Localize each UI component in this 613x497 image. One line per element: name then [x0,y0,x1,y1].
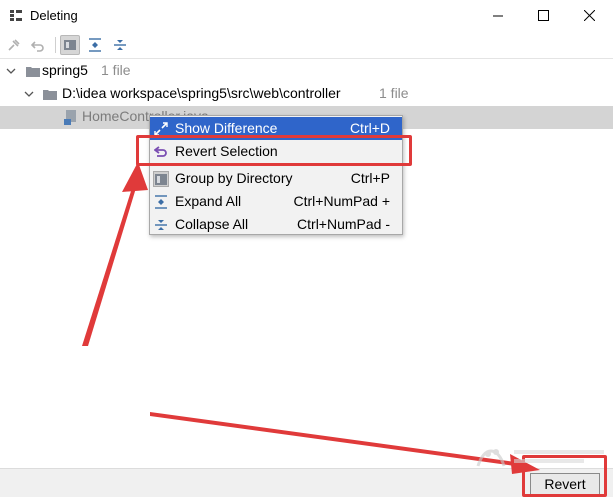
minimize-button[interactable] [475,0,521,31]
maximize-button[interactable] [520,0,566,31]
java-class-icon [64,110,76,125]
collapse-all-icon [153,217,169,233]
revert-button[interactable]: Revert [530,473,600,495]
menu-item-label: Collapse All [175,216,249,232]
menu-item-shortcut: Ctrl+D [349,120,390,136]
context-menu: Show Difference Ctrl+D Revert Selection … [149,115,403,235]
tree-node-count: 1 file [379,85,409,101]
pin-icon [8,39,20,51]
undo-icon [31,41,44,52]
folder-icon [26,67,40,77]
menu-item-shortcut: Ctrl+P [350,170,390,186]
toolbar [0,31,613,58]
menu-item-label: Group by Directory [175,170,293,186]
menu-item-show-difference[interactable]: Show Difference Ctrl+D [150,117,402,140]
maximize-icon [537,10,549,21]
folder-icon [43,90,57,100]
close-icon [583,10,595,21]
menu-item-shortcut: Ctrl+NumPad - [297,216,390,232]
menu-item-label: Expand All [175,193,242,209]
group-by-directory-icon [64,40,76,50]
chevron-down-icon[interactable] [6,66,16,76]
diff-arrows-icon [153,121,169,137]
expand-all-button[interactable] [85,35,105,55]
expand-all-icon [89,38,101,52]
menu-item-label: Show Difference [175,120,278,136]
close-button[interactable] [566,0,612,31]
group-by-directory-icon [153,171,169,187]
menu-separator [152,165,400,166]
menu-item-group-by-directory[interactable]: Group by Directory Ctrl+P [150,167,402,190]
window-title: Deleting [30,8,78,23]
bottom-bar [0,468,613,497]
menu-item-collapse-all[interactable]: Collapse All Ctrl+NumPad - [150,213,402,236]
tree-node-label: D:\idea workspace\spring5\src\web\contro… [62,85,341,101]
title-bar: Deleting [0,0,613,31]
minimize-icon [492,15,503,17]
menu-item-expand-all[interactable]: Expand All Ctrl+NumPad + [150,190,402,213]
undo-button[interactable] [28,35,48,55]
tree-node-label: spring5 [42,62,88,78]
toolbar-separator [55,37,56,53]
collapse-all-button[interactable] [110,35,130,55]
group-by-directory-button[interactable] [60,35,80,55]
tree-node-module[interactable]: spring5 1 file [0,60,613,83]
menu-item-label: Revert Selection [175,143,278,159]
expand-all-icon [153,194,169,210]
collapse-all-icon [114,40,126,50]
tree-node-count: 1 file [101,62,131,78]
grid-app-icon [10,10,22,21]
revert-icon [153,144,169,160]
chevron-down-icon[interactable] [24,89,34,99]
menu-item-shortcut: Ctrl+NumPad + [293,193,390,209]
pin-button[interactable] [4,35,24,55]
menu-item-revert-selection[interactable]: Revert Selection [150,140,402,163]
tree-node-directory[interactable]: D:\idea workspace\spring5\src\web\contro… [0,83,613,106]
